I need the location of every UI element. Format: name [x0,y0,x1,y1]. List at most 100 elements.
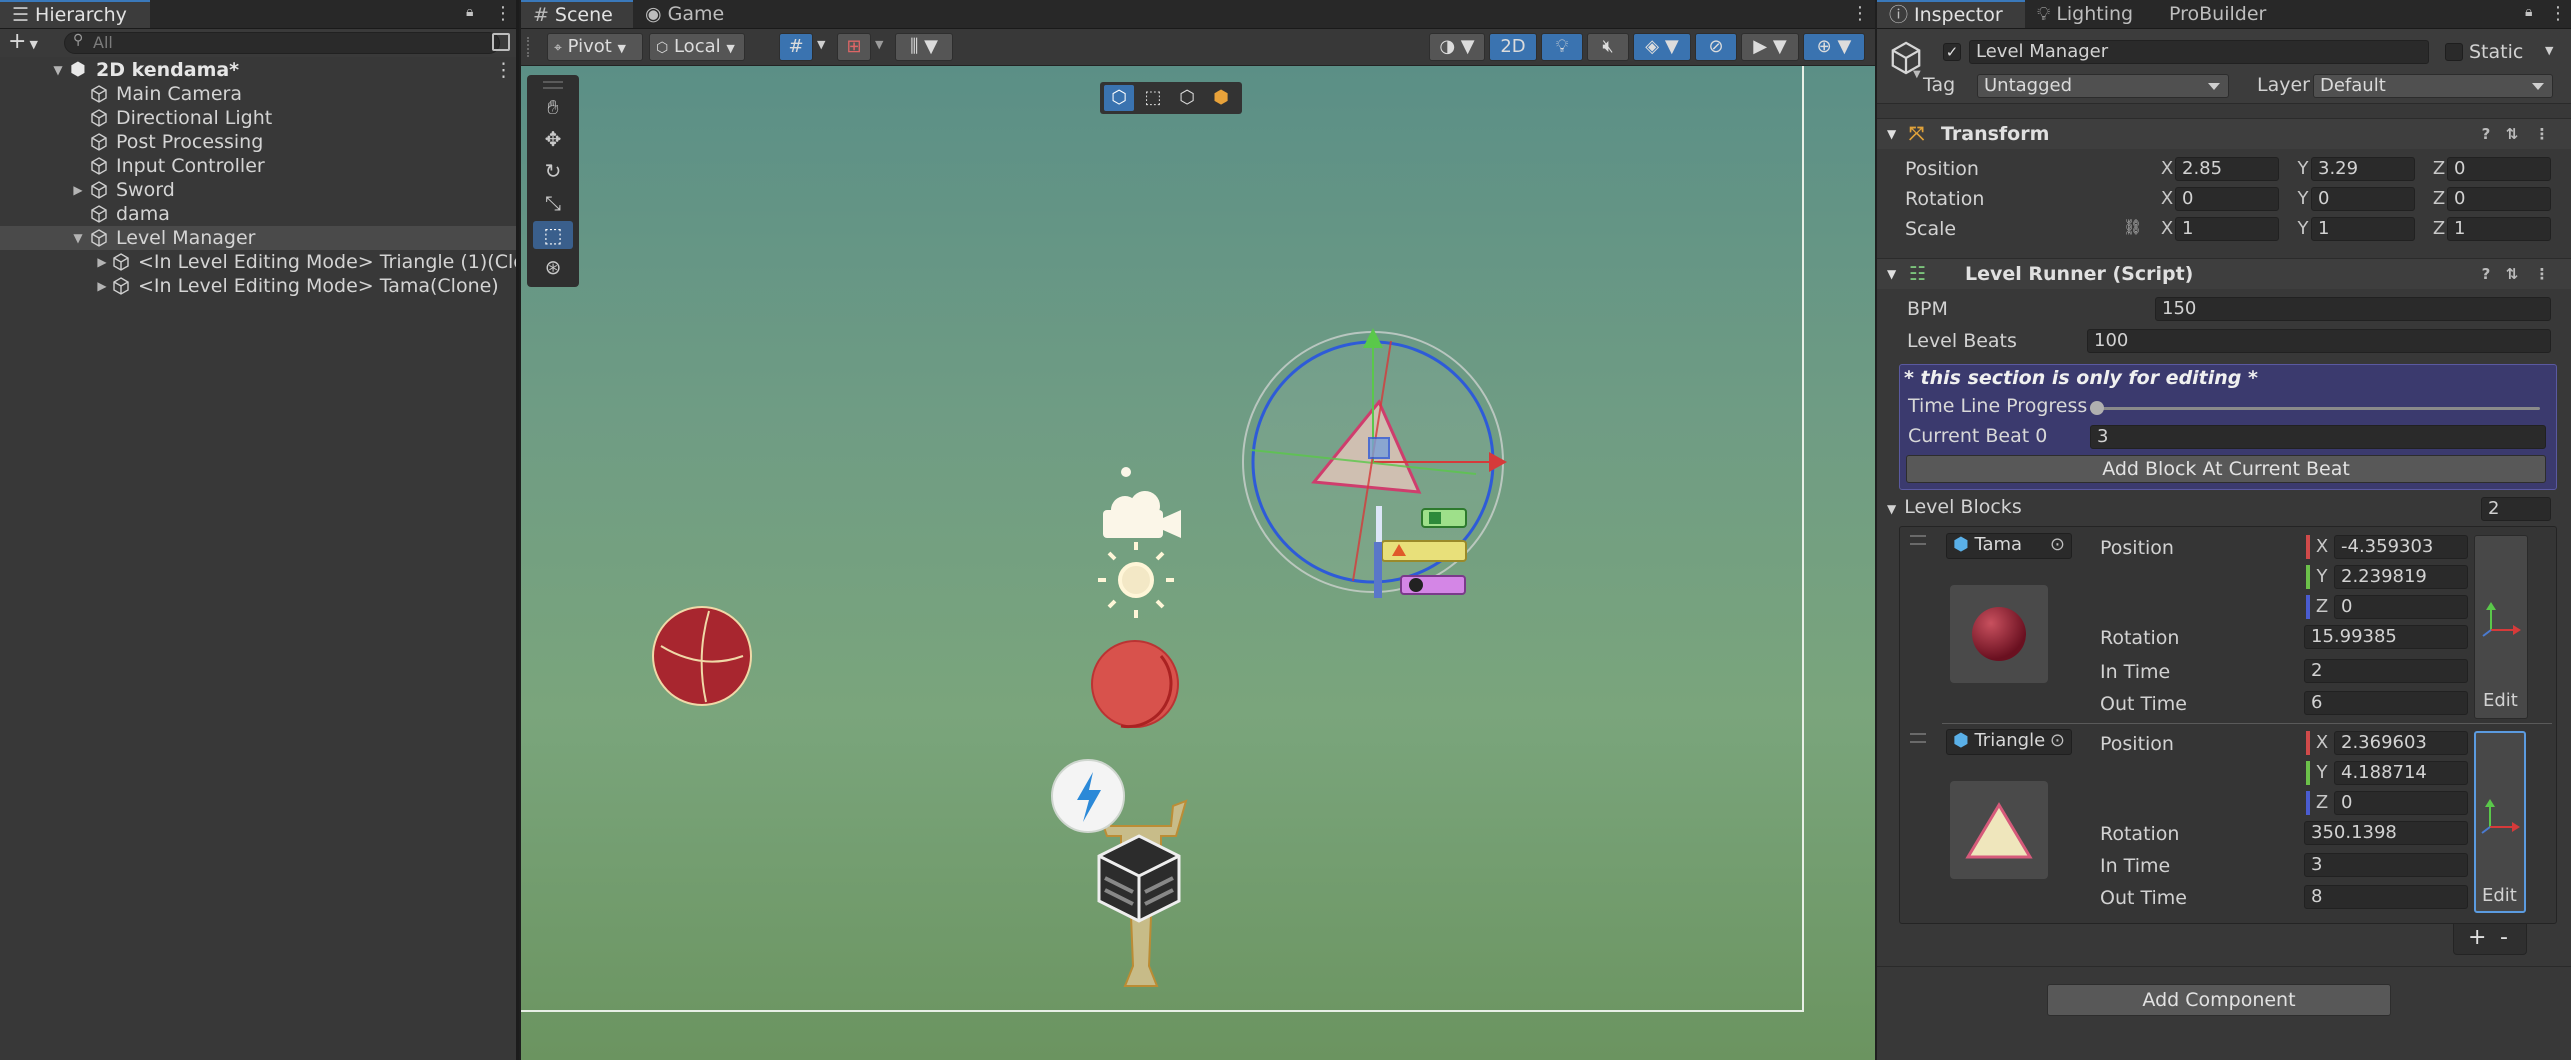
scene-menu-kebab[interactable]: ⋮ [1851,2,1869,26]
object-name-field[interactable]: Level Manager [1969,40,2429,64]
component-menu-kebab[interactable]: ⋮ [2533,265,2551,283]
drag-handle-icon[interactable] [1910,535,1926,545]
current-beat-field[interactable]: 3 [2090,425,2546,449]
list-item[interactable]: Post Processing [0,130,519,154]
position-z-field[interactable]: 0 [2447,157,2551,181]
fold-arrow-icon[interactable]: ▼ [1887,259,1896,289]
preset-icon[interactable]: ⇅ [2503,265,2521,283]
lock-icon[interactable]: 🔒︎ [466,4,482,24]
tama-ball[interactable] [652,606,752,706]
list-item-selected[interactable]: ▼ Level Manager [0,226,519,250]
tab-hierarchy[interactable]: ☰ Hierarchy [0,0,150,28]
mode-2d-button[interactable]: 2D [1489,33,1537,61]
scene-menu-kebab[interactable]: ⋮ [494,58,513,82]
search-input[interactable]: All [93,33,113,53]
add-object-button[interactable]: + ▼ [8,31,44,55]
tab-probuilder[interactable]: ProBuilder [2157,0,2307,28]
dama-ball[interactable] [1091,640,1179,729]
remove-block-minus-button[interactable]: - [2500,924,2508,952]
expand-arrow-icon[interactable]: ▼ [52,64,64,76]
block-object-field[interactable]: ⬢ Tama ⊙ [1946,533,2072,559]
constrain-proportions-icon[interactable]: ⛓︎ [2123,218,2142,236]
block-x-field[interactable]: -4.359303 [2334,535,2468,559]
rotation-x-field[interactable]: 0 [2175,187,2279,211]
object-picker-icon[interactable]: ⊙ [2050,534,2065,556]
block-x-field[interactable]: 2.369603 [2334,731,2468,755]
list-item[interactable]: ▶ <In Level Editing Mode> Triangle (1)(C… [0,250,519,274]
draw-mode-dropdown[interactable]: ◑ ▼ [1429,33,1485,61]
block-rotation-field[interactable]: 350.1398 [2304,821,2468,845]
hidden-objects-toggle-icon[interactable]: ⊘ [1695,33,1737,61]
search-field[interactable]: ⚲ All [64,32,500,54]
help-icon[interactable]: ? [2477,125,2495,143]
drag-handle-icon[interactable] [1910,733,1926,743]
list-item[interactable]: ▶ <In Level Editing Mode> Tama(Clone) [0,274,519,298]
list-item[interactable]: ▶ Sword [0,178,519,202]
rotation-y-field[interactable]: 0 [2311,187,2415,211]
scale-x-field[interactable]: 1 [2175,217,2279,241]
pivot-dropdown[interactable]: ⌖ Pivot ▼ [547,33,643,61]
timeline-slider-track[interactable] [2090,407,2540,410]
block-in-time-field[interactable]: 2 [2304,659,2468,683]
expand-arrow-icon[interactable]: ▶ [72,184,84,196]
list-item[interactable]: dama [0,202,519,226]
increment-snap-button[interactable]: ⫼ ▼ [895,33,953,61]
tab-game[interactable]: ◉ Game [633,0,743,28]
tag-dropdown[interactable]: Untagged [1977,74,2229,98]
block-rotation-field[interactable]: 15.99385 [2304,625,2468,649]
list-item[interactable]: Directional Light [0,106,519,130]
audio-toggle-icon[interactable]: 🔇︎ [1587,33,1629,61]
object-picker-icon[interactable]: ⊙ [2050,730,2065,752]
tab-scene[interactable]: # Scene [521,0,633,28]
panel-resize-handle[interactable] [516,0,519,1060]
bpm-field[interactable]: 150 [2155,297,2551,321]
scene-root-row[interactable]: ▼ ⬢ 2D kendama* ⋮ [0,58,519,82]
active-checkbox[interactable]: ✓ [1943,43,1961,61]
tab-inspector[interactable]: ⓘ Inspector [1877,0,2025,28]
scale-z-field[interactable]: 1 [2447,217,2551,241]
level-beats-field[interactable]: 100 [2087,329,2551,353]
edit-block-button[interactable]: Edit [2474,731,2526,913]
static-dropdown-arrow[interactable]: ▼ [2545,44,2553,57]
grid-snap-button[interactable]: # [779,33,813,61]
expand-arrow-icon[interactable]: ▼ [72,232,84,244]
list-item[interactable]: Main Camera [0,82,519,106]
level-runner-header[interactable]: ▼ ☷ Level Runner (Script) ? ⇅ ⋮ [1877,258,2571,289]
scene-viewport[interactable]: ✋︎ ✥ ↻ ⤡ ⬚ ⊛ ⬡ ⬚ ⬡ ⬢ [521,66,1875,1060]
transform-header[interactable]: ▼ ⤧ Transform ? ⇅ ⋮ [1877,118,2571,149]
lighting-toggle-icon[interactable]: 💡︎ [1541,33,1583,61]
tab-lighting[interactable]: 💡︎ Lighting [2025,0,2157,28]
preset-icon[interactable]: ⇅ [2503,125,2521,143]
inspector-menu-kebab[interactable]: ⋮ [2549,2,2567,26]
hierarchy-menu-kebab[interactable]: ⋮ [494,2,512,26]
fold-arrow-icon[interactable]: ▼ [1887,502,1896,516]
timeline-slider-handle[interactable] [2090,401,2104,415]
block-in-time-field[interactable]: 3 [2304,853,2468,877]
block-z-field[interactable]: 0 [2334,595,2468,619]
lock-icon[interactable]: 🔒︎ [2525,4,2541,24]
layer-dropdown[interactable]: Default [2313,74,2553,98]
fold-arrow-icon[interactable]: ▼ [1887,119,1896,149]
chevron-down-icon[interactable]: ▼ [1913,69,1921,80]
grid-visibility-button[interactable]: ⊞ [837,33,871,61]
scale-y-field[interactable]: 1 [2311,217,2415,241]
scene-visibility-icon[interactable] [492,33,510,51]
help-icon[interactable]: ? [2477,265,2495,283]
add-component-button[interactable]: Add Component [2047,984,2391,1016]
static-checkbox[interactable] [2445,43,2463,61]
block-y-field[interactable]: 4.188714 [2334,761,2468,785]
expand-arrow-icon[interactable]: ▶ [96,280,108,292]
add-block-plus-button[interactable]: + [2468,924,2486,952]
chevron-down-icon[interactable]: ▼ [875,38,883,51]
block-object-field[interactable]: ⬢ Triangle ⊙ [1946,729,2072,755]
block-out-time-field[interactable]: 6 [2304,691,2468,715]
level-blocks-count-field[interactable]: 2 [2481,497,2551,521]
camera-dropdown[interactable]: ▶ ▼ [1741,33,1799,61]
rotation-z-field[interactable]: 0 [2447,187,2551,211]
component-menu-kebab[interactable]: ⋮ [2533,125,2551,143]
expand-arrow-icon[interactable]: ▶ [96,256,108,268]
local-dropdown[interactable]: ⬡ Local ▼ [649,33,745,61]
add-block-button[interactable]: Add Block At Current Beat [1906,455,2546,483]
block-out-time-field[interactable]: 8 [2304,885,2468,909]
position-y-field[interactable]: 3.29 [2311,157,2415,181]
